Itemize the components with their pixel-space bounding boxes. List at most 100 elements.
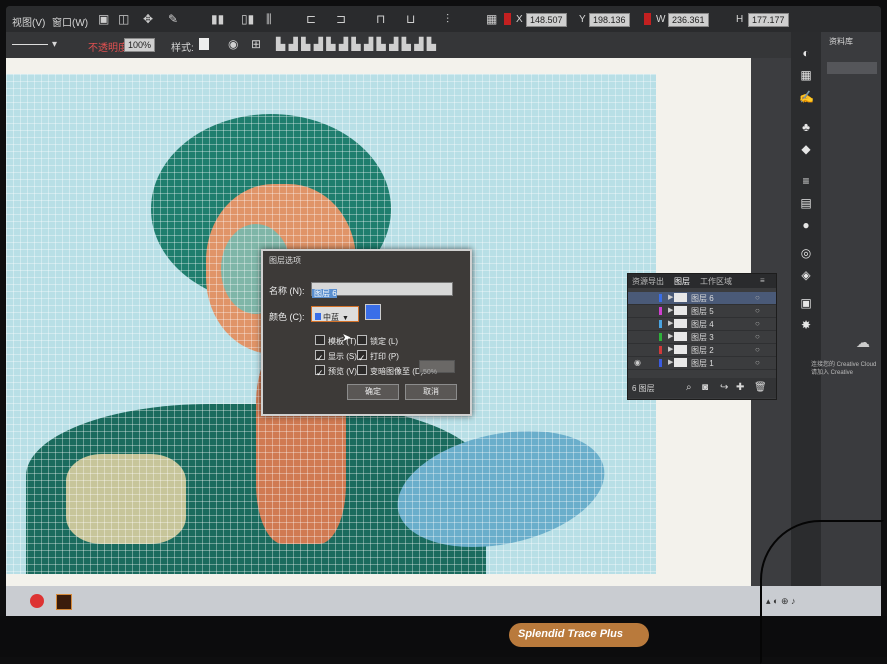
recolor-icon[interactable]: ◉: [228, 37, 238, 51]
dim-input[interactable]: 50%: [419, 360, 455, 376]
expand-icon[interactable]: ▶: [668, 319, 673, 327]
visibility-icon[interactable]: ◉: [634, 358, 641, 367]
print-check[interactable]: [357, 349, 367, 360]
layers-panel-icon[interactable]: ◈: [799, 268, 813, 282]
graphic-styles-icon[interactable]: ◆: [799, 142, 813, 156]
distribute-icon[interactable]: ⫼: [266, 12, 272, 26]
bridge-icon[interactable]: ✥: [143, 12, 153, 26]
libraries-panel: 资料库 ☁: [821, 32, 881, 588]
layer-thumbnail: [674, 345, 687, 354]
make-clip-mask-icon[interactable]: ◙: [702, 382, 708, 393]
distribute-h-icon[interactable]: ⫶: [446, 12, 449, 26]
print-label: 打印 (P): [370, 352, 399, 361]
library-search-input[interactable]: [827, 62, 877, 74]
menu-window[interactable]: 窗口(W): [52, 14, 88, 29]
align-left-icon[interactable]: ⊏: [306, 12, 316, 26]
target-icon[interactable]: ○: [755, 319, 760, 328]
stock-icon[interactable]: ✎: [168, 12, 178, 26]
align-top-icon[interactable]: ⊓: [376, 12, 385, 26]
preview-check[interactable]: [315, 364, 325, 375]
expand-icon[interactable]: ▶: [668, 358, 673, 366]
mouse-cursor-icon: ➤: [342, 332, 352, 344]
arrange-icon[interactable]: ◫: [118, 12, 129, 26]
layer-color-swatch: [659, 359, 662, 367]
name-input-value: 图层 6: [312, 289, 337, 298]
cable-shape: [760, 520, 884, 664]
layer-row[interactable]: ▶ 图层 2 ○: [628, 344, 776, 357]
expand-icon[interactable]: ▶: [668, 306, 673, 314]
cc-message: 连接您的 Creative Cloud 请加入 Creative: [811, 362, 877, 376]
layer-options-dialog: 图层选项 名称 (N): 图层 6 颜色 (C): 中蓝 ▼ 模板 (T) 锁定 …: [261, 249, 472, 416]
color-panel-icon[interactable]: ◐: [799, 46, 813, 60]
opacity-field[interactable]: 100%: [124, 38, 156, 52]
transparency-icon[interactable]: ●: [799, 218, 813, 232]
template-check[interactable]: [315, 334, 325, 345]
panel-menu-icon[interactable]: ≡: [760, 276, 765, 285]
monitor-screen: 视图(V) 窗口(W) ▣ ◫ ✥ ✎ ▮▮ ▯▮ ⫼ ⊏ ⊐ ⊓ ⊔ ⫶ ▦ …: [6, 6, 881, 616]
reference-point-icon[interactable]: [504, 13, 511, 25]
gradient-icon[interactable]: ▤: [799, 196, 813, 210]
delete-layer-icon[interactable]: 🗑: [754, 382, 767, 393]
new-sublayer-icon[interactable]: ↪: [720, 382, 728, 393]
lock-check[interactable]: [357, 334, 367, 345]
layer-row[interactable]: ▶ 图层 5 ○: [628, 305, 776, 318]
illustrator-icon[interactable]: [56, 594, 72, 610]
tab-artboards[interactable]: 工作区域: [700, 276, 732, 287]
locate-object-icon[interactable]: ⌕: [686, 382, 692, 393]
align-bottom-icon[interactable]: ⊔: [406, 12, 415, 26]
align-center-icon[interactable]: ▯▮: [241, 12, 254, 26]
ok-button[interactable]: 确定: [347, 384, 399, 400]
color-select[interactable]: 中蓝 ▼: [311, 306, 359, 322]
layer-row[interactable]: ▶ 图层 4 ○: [628, 318, 776, 331]
align-icon[interactable]: ▮▮: [211, 12, 224, 26]
target-icon[interactable]: ○: [755, 293, 760, 302]
expand-icon[interactable]: ▶: [668, 293, 673, 301]
style-label: 样式:: [171, 43, 194, 54]
transform-icon[interactable]: ▦: [486, 12, 497, 26]
align-right-icon[interactable]: ⊐: [336, 12, 346, 26]
target-icon[interactable]: ○: [755, 345, 760, 354]
stroke-icon[interactable]: ≡: [799, 174, 813, 188]
new-layer-icon[interactable]: ✚: [736, 382, 744, 393]
symbols-icon[interactable]: ♣: [799, 120, 813, 134]
layer-row[interactable]: ▶ 图层 6 ○: [628, 292, 776, 305]
color-swatch-button[interactable]: [365, 304, 381, 320]
stroke-style-icon[interactable]: ▾: [52, 39, 57, 50]
appearance-icon[interactable]: ◎: [799, 246, 813, 260]
layout-icon[interactable]: ▣: [98, 12, 109, 26]
links-icon[interactable]: ✸: [799, 318, 813, 332]
constrain-icon[interactable]: [644, 13, 651, 25]
tab-layers[interactable]: 图层: [674, 276, 690, 287]
artboards-icon[interactable]: ▣: [799, 296, 813, 310]
layers-panel: 资源导出 图层 工作区域 ≡ ▶ 图层 6 ○ ▶ 图层 5 ○ ▶ 图层 4 …: [627, 273, 777, 400]
expand-icon[interactable]: ▶: [668, 345, 673, 353]
menu-view[interactable]: 视图(V): [12, 14, 45, 29]
dim-check[interactable]: [357, 364, 367, 375]
x-field[interactable]: 148.507: [526, 13, 567, 27]
layer-color-swatch: [659, 333, 662, 341]
align-panel-icon[interactable]: ⊞: [251, 37, 261, 51]
chrome-icon[interactable]: [30, 594, 44, 608]
target-icon[interactable]: ○: [755, 306, 760, 315]
layer-row[interactable]: ▶ 图层 3 ○: [628, 331, 776, 344]
preview-checkbox[interactable]: 预览 (V): [315, 361, 357, 379]
height-field[interactable]: 177.177: [748, 13, 789, 27]
show-check[interactable]: [315, 349, 325, 360]
dim-checkbox[interactable]: 变暗图像至 (D):: [357, 361, 426, 379]
tab-asset-export[interactable]: 资源导出: [632, 276, 664, 287]
layer-name: 图层 1: [691, 359, 714, 368]
style-swatch[interactable]: [199, 38, 209, 50]
target-icon[interactable]: ○: [755, 332, 760, 341]
cancel-button[interactable]: 取消: [405, 384, 457, 400]
expand-icon[interactable]: ▶: [668, 332, 673, 340]
layer-thumbnail: [674, 332, 687, 341]
target-icon[interactable]: ○: [755, 358, 760, 367]
width-field[interactable]: 236.361: [668, 13, 709, 27]
align-objects-icon[interactable]: ▙ ▟ ▙ ▟ ▙ ▟ ▙ ▟ ▙ ▟ ▙ ▟ ▙: [276, 37, 436, 51]
swatches-icon[interactable]: ▦: [799, 68, 813, 82]
layer-name: 图层 5: [691, 307, 714, 316]
y-field[interactable]: 198.136: [589, 13, 630, 27]
name-input[interactable]: 图层 6: [311, 282, 453, 298]
layer-row[interactable]: ◉ ▶ 图层 1 ○: [628, 357, 776, 370]
brushes-icon[interactable]: ✍: [799, 90, 814, 104]
